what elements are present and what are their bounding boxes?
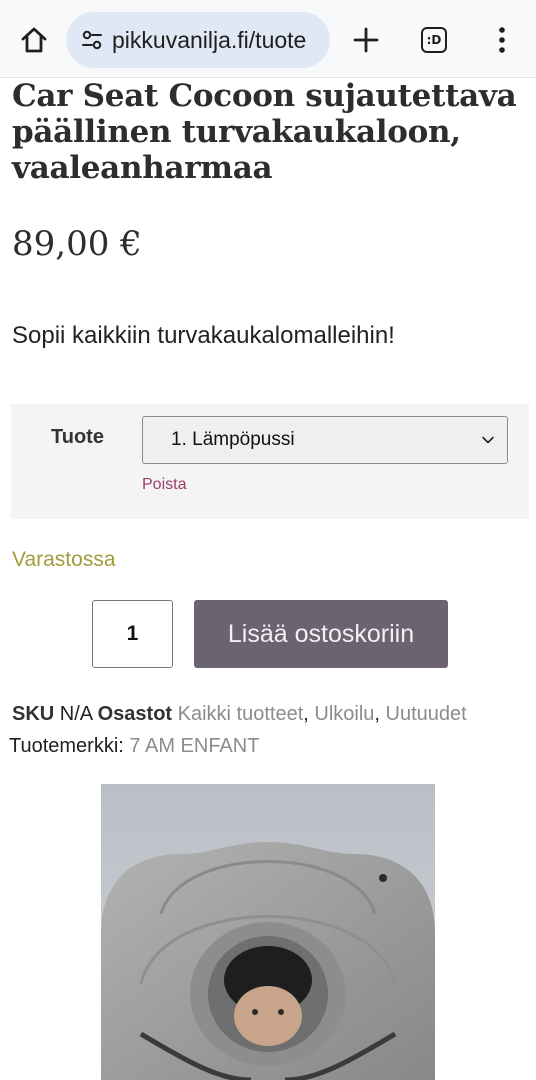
- tab-count-label: :D: [426, 33, 442, 47]
- product-meta-brand: Tuotemerkki: 7 AM ENFANT: [9, 732, 259, 760]
- product-meta-sku-categories: SKU N/A Osastot Kaikki tuotteet, Ulkoilu…: [12, 700, 467, 728]
- home-icon: [21, 27, 47, 53]
- url-text: pikkuvanilja.fi/tuote: [112, 26, 307, 53]
- new-tab-icon: [353, 27, 379, 53]
- product-short-description: Sopii kaikkiin turvakaukalomalleihin!: [12, 322, 395, 349]
- variation-panel: Tuote 1. Lämpöpussi Poista: [11, 404, 529, 519]
- tab-switcher-button[interactable]: :D: [414, 20, 454, 60]
- site-settings-icon[interactable]: [80, 28, 104, 52]
- more-vert-icon: [499, 27, 505, 53]
- product-photo-illustration: [101, 784, 435, 1080]
- sku-value: N/A: [59, 703, 93, 725]
- clear-variation-link[interactable]: Poista: [142, 476, 186, 494]
- category-link-all-products[interactable]: Kaikki tuotteet: [178, 703, 304, 725]
- variation-select[interactable]: 1. Lämpöpussi: [142, 416, 508, 464]
- variation-label: Tuote: [51, 426, 104, 448]
- brand-label: Tuotemerkki:: [9, 735, 124, 757]
- stock-status: Varastossa: [12, 548, 116, 571]
- brand-link[interactable]: 7 AM ENFANT: [129, 735, 259, 757]
- tab-switcher-icon: :D: [421, 27, 447, 53]
- category-separator: ,: [374, 703, 386, 725]
- product-price: 89,00 €: [12, 224, 142, 264]
- product-image[interactable]: [101, 784, 435, 1080]
- more-menu-button[interactable]: [482, 20, 522, 60]
- quantity-input[interactable]: 1: [92, 600, 173, 668]
- url-bar[interactable]: pikkuvanilja.fi/tuote: [66, 12, 330, 68]
- new-tab-button[interactable]: [346, 20, 386, 60]
- variation-selected-value: 1. Lämpöpussi: [171, 429, 295, 450]
- sku-label: SKU: [12, 703, 55, 725]
- category-link-outdoor[interactable]: Ulkoilu: [314, 703, 374, 725]
- product-title: Car Seat Cocoon sujautettava päällinen t…: [12, 78, 517, 186]
- category-link-new[interactable]: Uutuudet: [386, 703, 467, 725]
- home-button[interactable]: [14, 20, 54, 60]
- add-to-cart-button[interactable]: Lisää ostoskoriin: [194, 600, 448, 668]
- category-separator: ,: [303, 703, 315, 725]
- chevron-down-icon: [482, 436, 494, 444]
- browser-toolbar: pikkuvanilja.fi/tuote :D: [0, 0, 536, 78]
- categories-label: Osastot: [97, 703, 173, 725]
